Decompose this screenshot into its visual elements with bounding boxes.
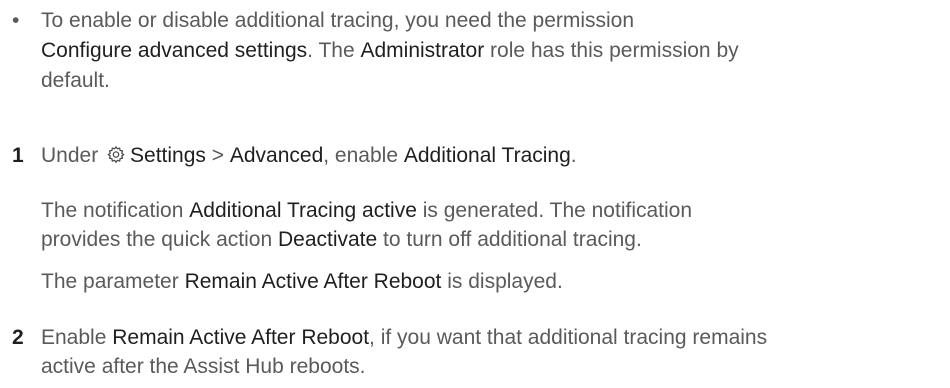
bullet-marker: • bbox=[12, 9, 20, 32]
deactivate-action: Deactivate bbox=[277, 228, 378, 251]
bullet-line2b: role has this permission by bbox=[484, 39, 739, 62]
notification-name: Additional Tracing active bbox=[189, 199, 417, 222]
step-2-line2: active after the Assist Hub reboots. bbox=[41, 352, 366, 382]
bullet-line2a: . The bbox=[307, 39, 361, 62]
step-1-text-b: , enable bbox=[323, 144, 404, 167]
step-1-notif-c: provides the quick action bbox=[41, 228, 278, 251]
parameter-name: Remain Active After Reboot bbox=[184, 270, 442, 293]
step-1-instruction: Under Settings > Advanced, enable Additi… bbox=[41, 141, 577, 171]
step-2-number: 2 bbox=[12, 326, 24, 349]
step-1-param-a: The parameter bbox=[41, 270, 185, 293]
remain-active-label: Remain Active After Reboot bbox=[112, 326, 370, 349]
step-1-notif-d: to turn off additional tracing. bbox=[377, 228, 642, 251]
bullet-item: • To enable or disable additional tracin… bbox=[12, 6, 932, 96]
step-1-param-b: is displayed. bbox=[441, 270, 563, 293]
step-1-number: 1 bbox=[12, 144, 24, 167]
step-2-text-c: active after the Assist Hub reboots. bbox=[41, 355, 366, 378]
bullet-line1: To enable or disable additional tracing,… bbox=[41, 9, 635, 32]
advanced-label: Advanced bbox=[229, 144, 324, 167]
step-1-param-line: The parameter Remain Active After Reboot… bbox=[41, 267, 563, 297]
settings-label: Settings bbox=[130, 144, 206, 167]
step-1-sep: > bbox=[205, 144, 230, 167]
bullet-line3: default. bbox=[41, 69, 110, 92]
gear-icon bbox=[106, 144, 126, 164]
permission-name: Configure advanced settings bbox=[41, 39, 308, 62]
step-2-line1: Enable Remain Active After Reboot, if yo… bbox=[41, 323, 767, 353]
step-1-text-a: Under bbox=[41, 144, 105, 167]
step-1-notif-line2: provides the quick action Deactivate to … bbox=[41, 225, 642, 255]
step-2-text-a: Enable bbox=[41, 326, 113, 349]
bullet-text: To enable or disable additional tracing,… bbox=[41, 6, 932, 96]
role-name: Administrator bbox=[360, 39, 485, 62]
additional-tracing-label: Additional Tracing bbox=[403, 144, 571, 167]
step-1-notif-a: The notification bbox=[41, 199, 190, 222]
step-1-text-c: . bbox=[570, 144, 577, 167]
step-2-text-b: , if you want that additional tracing re… bbox=[369, 326, 768, 349]
step-1-notif-line1: The notification Additional Tracing acti… bbox=[41, 196, 692, 226]
step-1-notif-b: is generated. The notification bbox=[416, 199, 693, 222]
